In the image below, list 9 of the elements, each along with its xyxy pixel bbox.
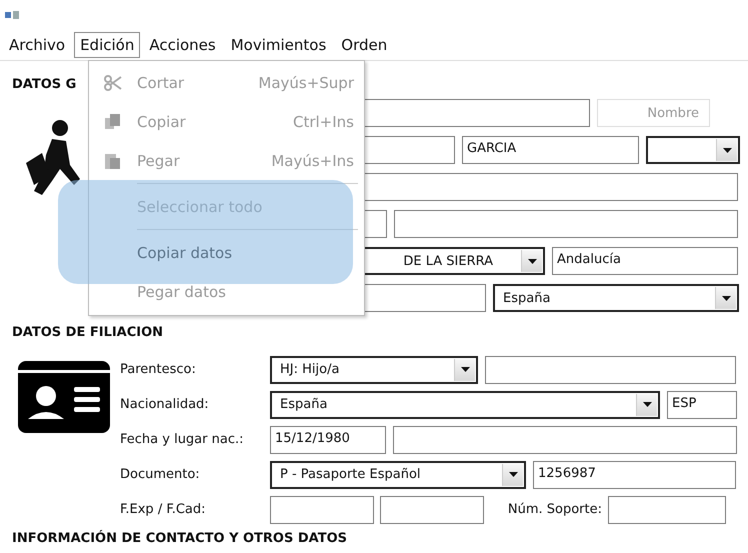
field-label: F.Exp / F.Cad: [120, 502, 207, 517]
field-label: Nacionalidad: [120, 397, 210, 412]
field-label: Núm. Soporte: [506, 502, 602, 517]
section-heading: INFORMACIÓN DE CONTACTO Y OTROS DATOS [12, 531, 347, 548]
field-label: Fecha y lugar nac.: [120, 432, 244, 447]
field-label: Documento: [120, 467, 201, 482]
field-label: Parentesco: [120, 362, 197, 377]
section-heading: DATOS G [12, 77, 76, 94]
section-heading: DATOS DE FILIACION [12, 325, 164, 342]
